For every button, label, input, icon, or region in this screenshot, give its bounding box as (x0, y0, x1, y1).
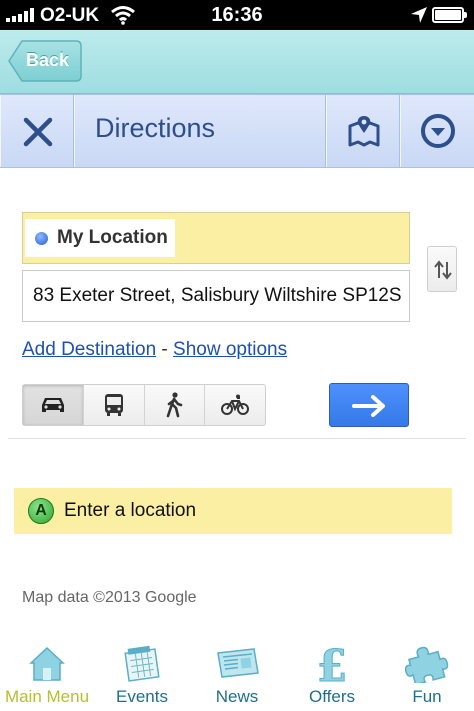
navigation-bar: Back (0, 30, 474, 94)
back-button[interactable]: Back (8, 40, 82, 82)
marker-a-icon: A (28, 498, 54, 524)
chevron-down-icon (421, 114, 455, 148)
tab-news[interactable]: News (190, 633, 284, 711)
puzzle-icon (405, 646, 449, 683)
mode-bicycling-button[interactable] (205, 385, 265, 425)
map-attribution: Map data ©2013 Google (22, 589, 197, 606)
origin-chip: My Location (25, 219, 175, 257)
mode-car-button[interactable] (23, 385, 84, 425)
tab-label: Fun (412, 687, 442, 706)
tab-label: Offers (309, 687, 355, 706)
map-view-button[interactable] (326, 95, 400, 167)
origin-value: My Location (57, 227, 168, 248)
bicycle-icon (221, 394, 250, 415)
destination-value: 83 Exeter Street, Salisbury Wiltshire SP… (33, 285, 402, 306)
location-arrow-icon (411, 7, 427, 23)
house-icon (29, 646, 65, 681)
close-button[interactable] (0, 95, 74, 167)
options-menu-button[interactable] (400, 95, 474, 167)
close-icon (23, 117, 53, 147)
travel-mode-selector (22, 384, 266, 426)
calendar-icon (124, 645, 160, 682)
swap-locations-button[interactable] (427, 246, 457, 292)
marker-label: A (35, 502, 47, 519)
battery-icon (432, 7, 467, 23)
result-message: Enter a location (64, 500, 197, 521)
directions-header: Directions (0, 94, 474, 168)
svg-text:£: £ (317, 643, 348, 687)
tab-events[interactable]: Events (95, 633, 189, 711)
get-directions-button[interactable] (329, 383, 409, 427)
car-icon (41, 398, 64, 412)
page-title: Directions (95, 113, 216, 143)
mode-walking-button[interactable] (145, 385, 206, 425)
tab-label: Events (116, 687, 168, 706)
status-time: 16:36 (211, 4, 263, 26)
add-destination-link[interactable]: Add Destination (22, 339, 156, 360)
newspaper-icon (217, 648, 259, 678)
tab-main-menu[interactable]: Main Menu (0, 633, 94, 711)
destination-field[interactable]: 83 Exeter Street, Salisbury Wiltshire SP… (22, 270, 410, 322)
walking-icon (167, 392, 183, 418)
tab-fun[interactable]: Fun (380, 633, 474, 711)
status-bar: O2-UK 16:36 (0, 0, 474, 30)
back-button-label: Back (26, 50, 70, 70)
link-separator: - (156, 339, 174, 360)
swap-icon (434, 260, 452, 280)
tab-label: News (215, 687, 259, 706)
pound-icon: £ (316, 643, 348, 687)
mode-transit-button[interactable] (84, 385, 145, 425)
divider (8, 438, 466, 439)
show-options-link[interactable]: Show options (173, 339, 287, 360)
origin-field[interactable]: My Location (22, 212, 410, 264)
route-links: Add Destination - Show options (22, 339, 287, 361)
arrow-right-icon (352, 395, 385, 417)
route-result-row[interactable]: A Enter a location (14, 488, 452, 534)
my-location-icon (35, 232, 48, 245)
bottom-tab-bar: Main Menu Events News £ Offers Fun (0, 633, 474, 711)
tab-offers[interactable]: £ Offers (285, 633, 379, 711)
bus-icon (104, 394, 123, 416)
title-area: Directions (74, 95, 326, 167)
map-icon (348, 116, 380, 147)
tab-label: Main Menu (4, 687, 90, 706)
